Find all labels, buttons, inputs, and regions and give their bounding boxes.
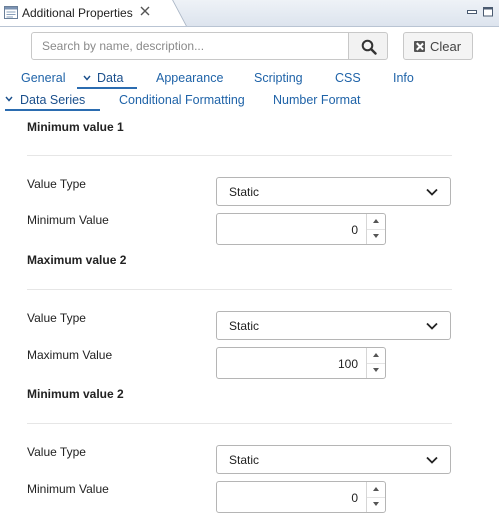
search-icon bbox=[361, 39, 377, 55]
section-divider bbox=[27, 423, 452, 424]
view-title: Additional Properties bbox=[22, 6, 133, 20]
section-title: Minimum value 2 bbox=[27, 387, 124, 401]
maximum-value-spinner[interactable]: 100 bbox=[216, 347, 386, 379]
minimum-value-spinner[interactable]: 0 bbox=[216, 213, 386, 245]
value-type-select[interactable]: Static bbox=[216, 177, 451, 206]
increment-arrow-icon[interactable] bbox=[367, 482, 385, 498]
minimum-value-input[interactable]: 0 bbox=[351, 223, 358, 237]
value-type-selected: Static bbox=[229, 185, 260, 199]
spinner-controls bbox=[366, 348, 385, 378]
chevron-down-icon bbox=[5, 96, 13, 102]
properties-view-icon bbox=[4, 6, 18, 19]
tab-general[interactable]: General bbox=[21, 71, 65, 85]
value-type-label: Value Type bbox=[27, 311, 86, 325]
tab-css[interactable]: CSS bbox=[335, 71, 361, 85]
minimum-value-input[interactable]: 0 bbox=[351, 491, 358, 505]
subtab-data-series[interactable]: Data Series bbox=[20, 93, 85, 107]
spinner-controls bbox=[366, 482, 385, 512]
increment-arrow-icon[interactable] bbox=[367, 214, 385, 230]
maximize-icon[interactable] bbox=[482, 7, 494, 17]
decrement-arrow-icon[interactable] bbox=[367, 229, 385, 244]
value-type-selected: Static bbox=[229, 319, 260, 333]
minimize-icon[interactable] bbox=[466, 7, 478, 17]
view-title-bar: Additional Properties bbox=[0, 0, 499, 27]
tab-data-indicator bbox=[77, 87, 137, 89]
section-title: Maximum value 2 bbox=[27, 253, 127, 267]
subtab-data-series-indicator bbox=[5, 109, 100, 111]
value-type-select[interactable]: Static bbox=[216, 445, 451, 474]
minimum-value-spinner[interactable]: 0 bbox=[216, 481, 386, 513]
clear-icon bbox=[414, 41, 425, 52]
minimum-value-label: Minimum Value bbox=[27, 213, 109, 227]
value-type-label: Value Type bbox=[27, 445, 86, 459]
section-divider bbox=[27, 289, 452, 290]
search-input[interactable] bbox=[31, 32, 349, 60]
chevron-down-icon bbox=[426, 188, 438, 196]
subtab-number-format[interactable]: Number Format bbox=[273, 93, 361, 107]
value-type-label: Value Type bbox=[27, 177, 86, 191]
section-title: Minimum value 1 bbox=[27, 120, 124, 134]
tab-info[interactable]: Info bbox=[393, 71, 414, 85]
chevron-down-icon bbox=[426, 322, 438, 330]
spinner-controls bbox=[366, 214, 385, 244]
tab-data[interactable]: Data bbox=[97, 71, 123, 85]
subtab-conditional-formatting[interactable]: Conditional Formatting bbox=[119, 93, 245, 107]
close-icon[interactable] bbox=[139, 5, 151, 17]
value-type-selected: Static bbox=[229, 453, 260, 467]
search-button[interactable] bbox=[348, 32, 388, 60]
increment-arrow-icon[interactable] bbox=[367, 348, 385, 364]
decrement-arrow-icon[interactable] bbox=[367, 363, 385, 378]
clear-button[interactable]: Clear bbox=[403, 32, 473, 60]
view-tab-additional-properties[interactable]: Additional Properties bbox=[0, 0, 172, 26]
section-divider bbox=[27, 155, 452, 156]
maximum-value-input[interactable]: 100 bbox=[338, 357, 358, 371]
value-type-select[interactable]: Static bbox=[216, 311, 451, 340]
chevron-down-icon bbox=[426, 456, 438, 464]
minimum-value-label: Minimum Value bbox=[27, 482, 109, 496]
chevron-down-icon bbox=[83, 75, 91, 81]
tab-scripting[interactable]: Scripting bbox=[254, 71, 303, 85]
maximum-value-label: Maximum Value bbox=[27, 348, 113, 362]
clear-label: Clear bbox=[430, 39, 462, 54]
tab-appearance[interactable]: Appearance bbox=[156, 71, 223, 85]
decrement-arrow-icon[interactable] bbox=[367, 497, 385, 512]
